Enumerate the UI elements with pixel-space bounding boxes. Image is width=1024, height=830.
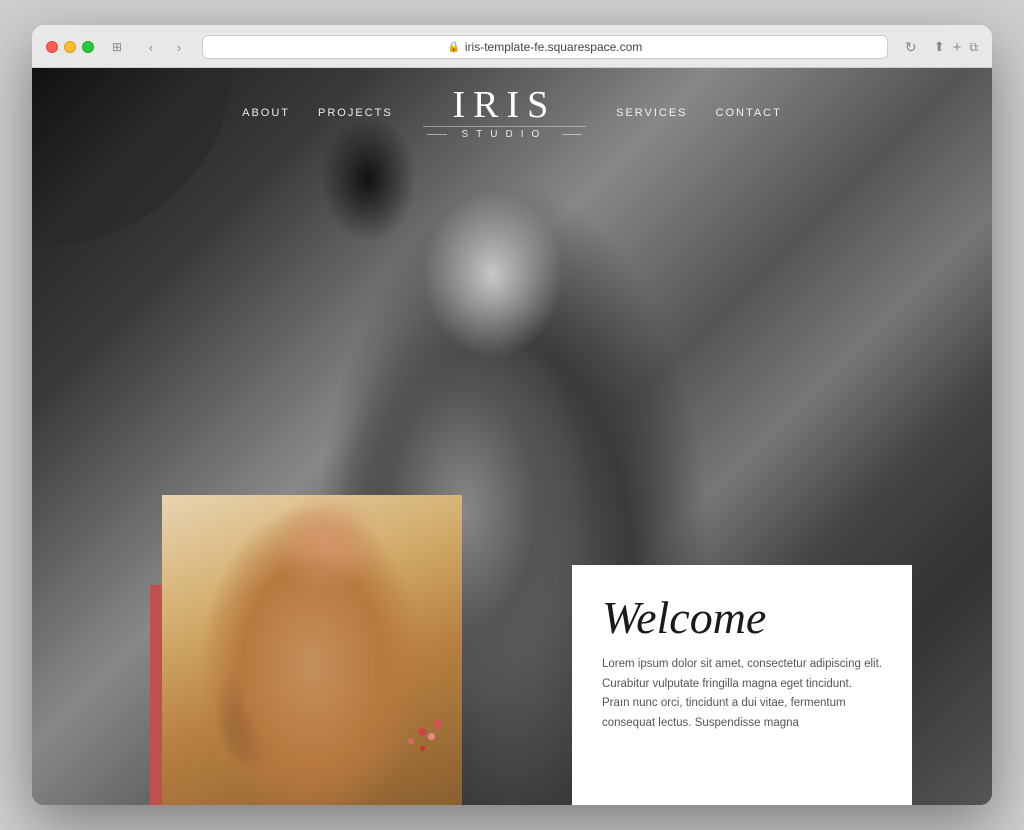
nav-services[interactable]: SERVICES [616, 107, 687, 119]
browser-navigation: ‹ › [140, 36, 190, 58]
logo-studio-text: STUDIO [423, 126, 586, 140]
site-navigation: ABOUT PROJECTS IRIS STUDIO SERVICES CONT… [32, 68, 992, 158]
welcome-text-card: Welcome Lorem ipsum dolor sit amet, cons… [572, 565, 912, 805]
bottom-section: Welcome Lorem ipsum dolor sit amet, cons… [32, 525, 992, 805]
hero-section: ABOUT PROJECTS IRIS STUDIO SERVICES CONT… [32, 68, 992, 805]
browser-actions: ⬆ + ⧉ [934, 39, 978, 56]
reload-button[interactable]: ↻ [900, 36, 922, 58]
share-icon[interactable]: ⬆ [934, 39, 945, 55]
back-button[interactable]: ‹ [140, 36, 162, 58]
welcome-body: Lorem ipsum dolor sit amet, consectetur … [602, 655, 882, 733]
floral-dot-3 [428, 733, 435, 740]
card-figure [162, 495, 462, 805]
minimize-button[interactable] [64, 41, 76, 53]
browser-chrome: ⊞ ‹ › 🔒 iris-template-fe.squarespace.com… [32, 25, 992, 68]
tabs-icon[interactable]: ⧉ [969, 40, 978, 55]
nav-projects[interactable]: PROJECTS [318, 107, 393, 119]
nav-contact[interactable]: CONTACT [716, 107, 782, 119]
address-bar[interactable]: 🔒 iris-template-fe.squarespace.com [202, 35, 888, 59]
lock-icon: 🔒 [447, 42, 459, 53]
forward-button[interactable]: › [168, 36, 190, 58]
traffic-lights [46, 41, 94, 53]
floral-dot-2 [408, 738, 414, 744]
nav-about[interactable]: ABOUT [242, 107, 290, 119]
browser-window: ⊞ ‹ › 🔒 iris-template-fe.squarespace.com… [32, 25, 992, 805]
floral-dot-5 [433, 720, 442, 729]
new-tab-icon[interactable]: + [953, 39, 962, 56]
portrait-photo-card [162, 495, 462, 805]
accent-bar [150, 585, 162, 805]
welcome-heading: Welcome [602, 595, 882, 641]
url-text: iris-template-fe.squarespace.com [465, 40, 642, 54]
website-content: ABOUT PROJECTS IRIS STUDIO SERVICES CONT… [32, 68, 992, 805]
floral-dot-4 [420, 746, 425, 751]
site-logo[interactable]: IRIS STUDIO [423, 86, 586, 140]
nav-right: SERVICES CONTACT [616, 107, 782, 119]
logo-line-left [427, 134, 447, 135]
window-layout-icon: ⊞ [106, 36, 128, 58]
logo-iris-text: IRIS [423, 86, 586, 124]
nav-left: ABOUT PROJECTS [242, 107, 393, 119]
close-button[interactable] [46, 41, 58, 53]
maximize-button[interactable] [82, 41, 94, 53]
photo-card-inner [162, 495, 462, 805]
logo-line-right [562, 134, 582, 135]
floral-dot-1 [418, 728, 426, 736]
